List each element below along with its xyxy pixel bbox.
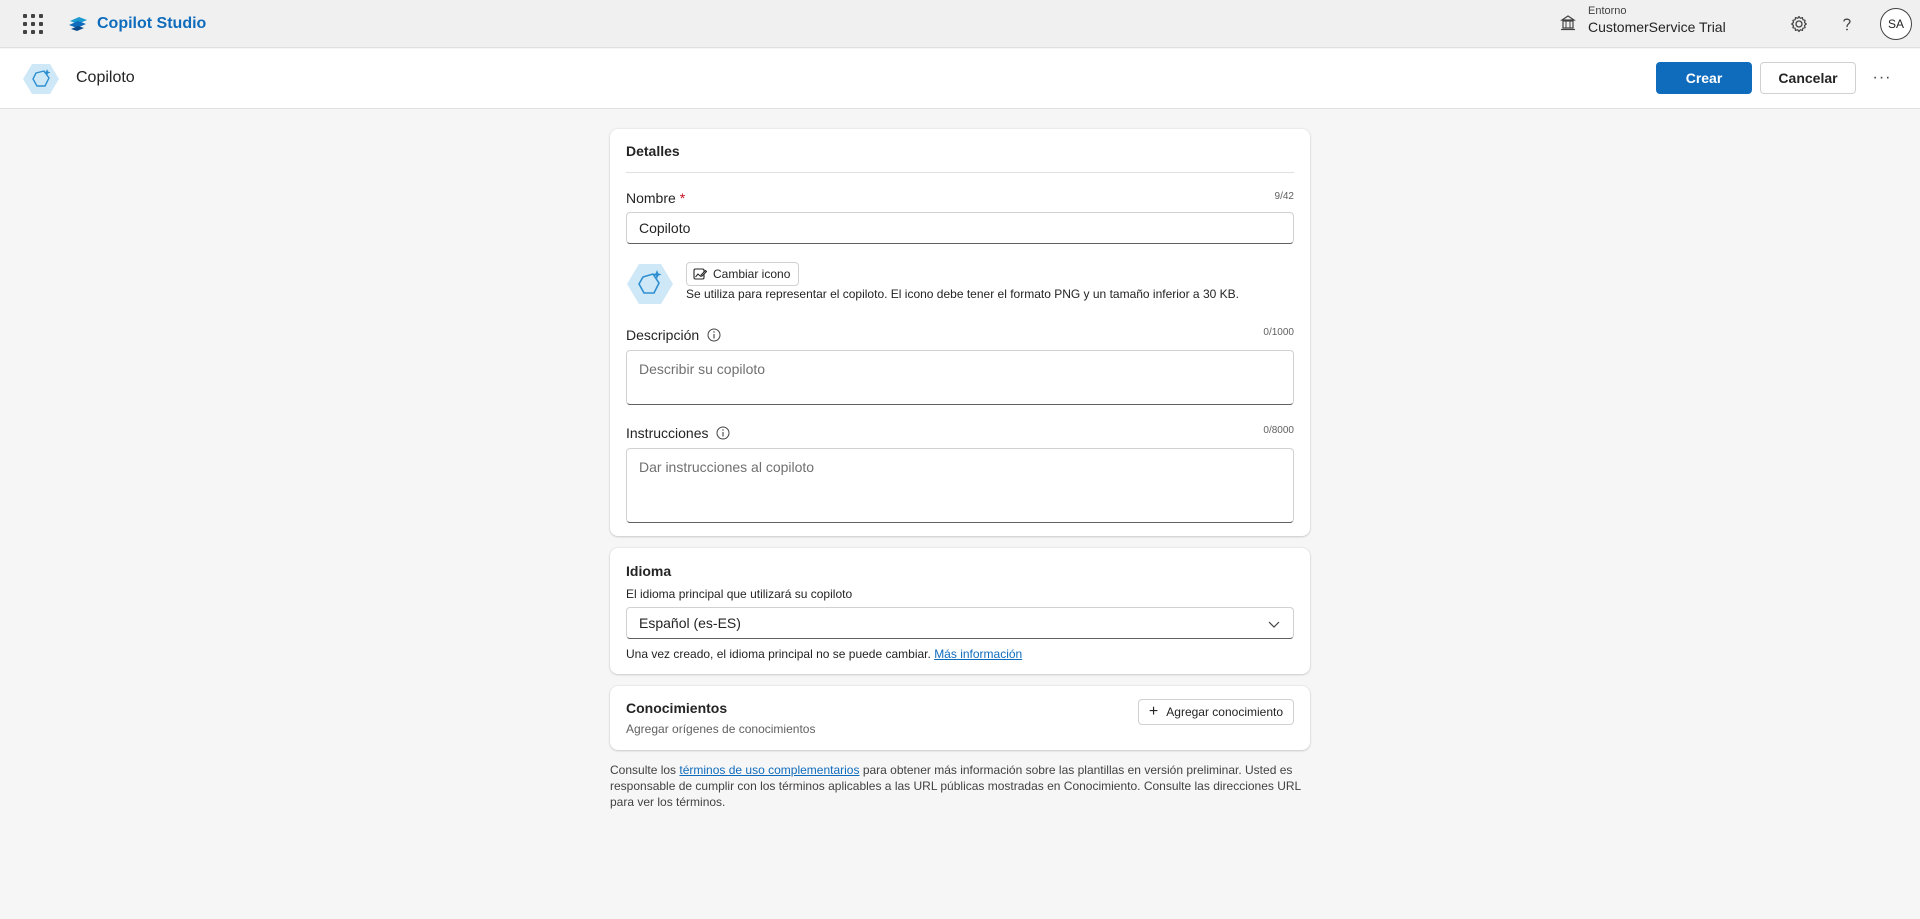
language-section-title: Idioma — [626, 563, 672, 579]
command-bar: Copiloto Crear Cancelar ··· — [0, 49, 1920, 109]
language-subtitle: El idioma principal que utilizará su cop… — [626, 587, 853, 601]
app-launcher-waffle-icon[interactable] — [21, 12, 45, 36]
environment-icon — [1560, 15, 1576, 31]
copilot-hex-icon — [23, 64, 59, 94]
description-label: Descripción — [626, 327, 721, 343]
terms-note: Consulte los términos de uso complementa… — [610, 762, 1310, 810]
avatar[interactable]: SA — [1880, 8, 1912, 40]
name-counter: 9/42 — [1274, 191, 1294, 202]
language-selected-value: Español (es-ES) — [639, 615, 741, 631]
help-icon[interactable] — [1837, 14, 1857, 34]
instructions-placeholder: Dar instrucciones al copiloto — [639, 459, 815, 475]
language-select[interactable]: Español (es-ES) — [626, 607, 1294, 639]
info-icon[interactable] — [707, 328, 721, 342]
language-note: Una vez creado, el idioma principal no s… — [626, 647, 1022, 661]
more-info-link[interactable]: Más información — [934, 647, 1022, 661]
chevron-down-icon — [1268, 621, 1280, 628]
change-icon-label: Cambiar icono — [713, 267, 791, 281]
change-icon-button[interactable]: Cambiar icono — [686, 262, 800, 286]
instructions-textarea[interactable]: Dar instrucciones al copiloto — [626, 448, 1294, 523]
details-divider — [626, 172, 1294, 173]
info-icon[interactable] — [716, 426, 730, 440]
app-name: Copilot Studio — [97, 14, 207, 32]
environment-label: Entorno — [1588, 5, 1627, 17]
edit-image-icon — [693, 268, 707, 280]
instructions-label-text: Instrucciones — [626, 425, 709, 441]
icon-hint: Se utiliza para representar el copiloto.… — [686, 287, 1239, 301]
brand-link[interactable]: Copilot Studio — [67, 15, 206, 33]
language-note-text: Una vez creado, el idioma principal no s… — [626, 647, 931, 661]
more-options-button[interactable]: ··· — [1868, 64, 1896, 92]
copilot-studio-logo — [69, 16, 87, 31]
name-label-text: Nombre — [626, 190, 676, 206]
add-knowledge-label: Agregar conocimiento — [1166, 705, 1283, 719]
language-card: Idioma El idioma principal que utilizará… — [610, 548, 1310, 674]
page-title: Copiloto — [76, 69, 135, 86]
copilot-icon-preview — [627, 264, 673, 304]
settings-icon[interactable] — [1789, 14, 1809, 34]
top-bar: Copilot Studio Entorno CustomerService T… — [0, 0, 1920, 48]
knowledge-card: Conocimientos Agregar orígenes de conoci… — [610, 686, 1310, 750]
name-input-value: Copiloto — [639, 220, 691, 236]
description-label-text: Descripción — [626, 327, 700, 343]
description-textarea[interactable]: Describir su copiloto — [626, 350, 1294, 405]
environment-name: CustomerService Trial — [1588, 19, 1726, 35]
terms-prefix: Consulte los — [610, 763, 677, 777]
knowledge-subtitle: Agregar orígenes de conocimientos — [626, 722, 816, 736]
description-placeholder: Describir su copiloto — [639, 361, 766, 377]
plus-icon: + — [1148, 703, 1159, 720]
add-knowledge-button[interactable]: + Agregar conocimiento — [1137, 699, 1294, 725]
environment-picker[interactable]: Entorno CustomerService Trial — [1560, 5, 1726, 37]
name-input[interactable]: Copiloto — [626, 212, 1294, 244]
details-section-title: Detalles — [626, 143, 680, 159]
description-counter: 0/1000 — [1263, 327, 1294, 338]
knowledge-section-title: Conocimientos — [626, 700, 728, 716]
instructions-counter: 0/8000 — [1263, 425, 1294, 436]
create-button[interactable]: Crear — [1656, 62, 1752, 94]
cancel-button[interactable]: Cancelar — [1760, 62, 1856, 94]
name-label: Nombre * — [626, 190, 685, 206]
terms-link[interactable]: términos de uso complementarios — [679, 763, 859, 777]
required-marker: * — [679, 190, 686, 206]
instructions-label: Instrucciones — [626, 425, 730, 441]
details-card: Detalles Nombre * 9/42 Copiloto Cambiar … — [610, 129, 1310, 536]
